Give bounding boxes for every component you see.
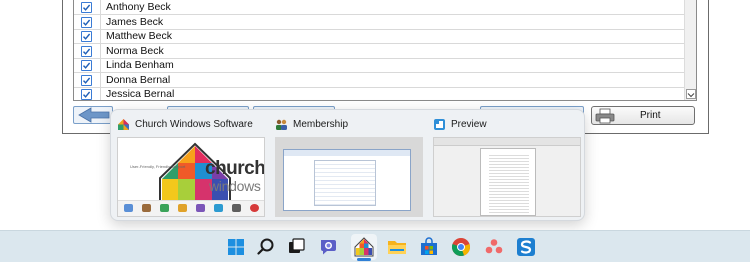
scroll-down-button[interactable]: [686, 89, 696, 99]
checkbox-cell: [74, 72, 101, 88]
member-name: Matthew Beck: [106, 30, 172, 42]
list-item[interactable]: James Beck: [74, 14, 686, 30]
member-checkbox[interactable]: [81, 89, 92, 100]
print-button[interactable]: Print: [591, 106, 695, 125]
member-name: Norma Beck: [106, 44, 164, 57]
membership-app-icon: [276, 119, 287, 130]
taskbar-thumbnail-popup: Church Windows Software church windows U…: [110, 109, 585, 221]
checkbox-cell: [74, 0, 101, 15]
file-explorer-icon[interactable]: [386, 236, 408, 258]
list-item[interactable]: Anthony Beck: [74, 0, 686, 15]
start-icon[interactable]: [225, 236, 247, 258]
splash-tagline: User-Friendly, Friendly Support: [130, 164, 186, 169]
thumbnail-title: Church Windows Software: [135, 119, 253, 130]
list-item[interactable]: Donna Bernal: [74, 72, 686, 88]
thumbnail-title: Preview: [451, 119, 487, 130]
church-windows-taskbar-icon[interactable]: [353, 236, 375, 258]
member-list: Anthony Beck James Beck Matthew Beck Norma …: [73, 0, 697, 101]
member-name: Jessica Bernal: [106, 88, 175, 100]
chrome-icon[interactable]: [450, 236, 472, 258]
taskbar: [0, 230, 750, 262]
member-name: James Beck: [106, 15, 164, 28]
checkmark-icon: [82, 19, 91, 26]
member-checkbox[interactable]: [81, 31, 92, 42]
checkmark-icon: [82, 62, 91, 69]
list-item[interactable]: Matthew Beck: [74, 29, 686, 44]
checkmark-icon: [82, 48, 91, 55]
active-indicator: [357, 258, 371, 261]
member-name: Donna Bernal: [106, 73, 171, 86]
checkmark-icon: [82, 91, 91, 98]
microsoft-store-icon[interactable]: [418, 236, 440, 258]
search-icon[interactable]: [255, 236, 277, 258]
church-word: church: [205, 158, 265, 179]
preview-app-icon: [434, 119, 445, 130]
checkbox-cell: [74, 43, 101, 59]
checkmark-icon: [82, 4, 91, 11]
member-name: Linda Benham: [106, 59, 174, 71]
thumbnail-preview[interactable]: Preview: [427, 110, 581, 222]
vertical-scrollbar[interactable]: [684, 0, 696, 100]
snagit-icon[interactable]: [515, 236, 537, 258]
checkbox-cell: [74, 87, 101, 100]
checkbox-cell: [74, 58, 101, 73]
member-checkbox[interactable]: [81, 74, 92, 86]
task-view-icon[interactable]: [285, 236, 307, 258]
member-checkbox[interactable]: [81, 16, 92, 28]
list-item[interactable]: Norma Beck: [74, 43, 686, 59]
back-arrow-icon: [78, 107, 110, 123]
member-name: Anthony Beck: [106, 1, 171, 13]
asana-icon[interactable]: [483, 236, 505, 258]
member-checkbox[interactable]: [81, 2, 92, 13]
thumbnail-membership[interactable]: Membership: [269, 110, 423, 222]
checkmark-icon: [82, 33, 91, 40]
membership-preview: [275, 137, 423, 217]
church-windows-preview: church windows User-Friendly, Friendly S…: [117, 137, 265, 217]
checkbox-cell: [74, 29, 101, 44]
list-item[interactable]: Jessica Bernal: [74, 87, 686, 100]
member-checkbox[interactable]: [81, 45, 92, 57]
printer-icon: [595, 108, 615, 124]
windows-word: windows: [209, 178, 261, 194]
print-button-label: Print: [640, 110, 661, 121]
back-button[interactable]: [73, 106, 113, 124]
checkmark-icon: [82, 77, 91, 84]
list-item[interactable]: Linda Benham: [74, 58, 686, 73]
preview-preview: [433, 137, 581, 217]
checkbox-cell: [74, 14, 101, 30]
church-windows-module-bar: [118, 200, 264, 216]
member-checkbox[interactable]: [81, 60, 92, 71]
chevron-down-icon: [687, 93, 695, 98]
teams-chat-icon[interactable]: [318, 236, 340, 258]
thumbnail-church-windows[interactable]: Church Windows Software church windows U…: [111, 110, 265, 222]
church-windows-app-icon: [118, 119, 129, 130]
thumbnail-title: Membership: [293, 119, 349, 130]
